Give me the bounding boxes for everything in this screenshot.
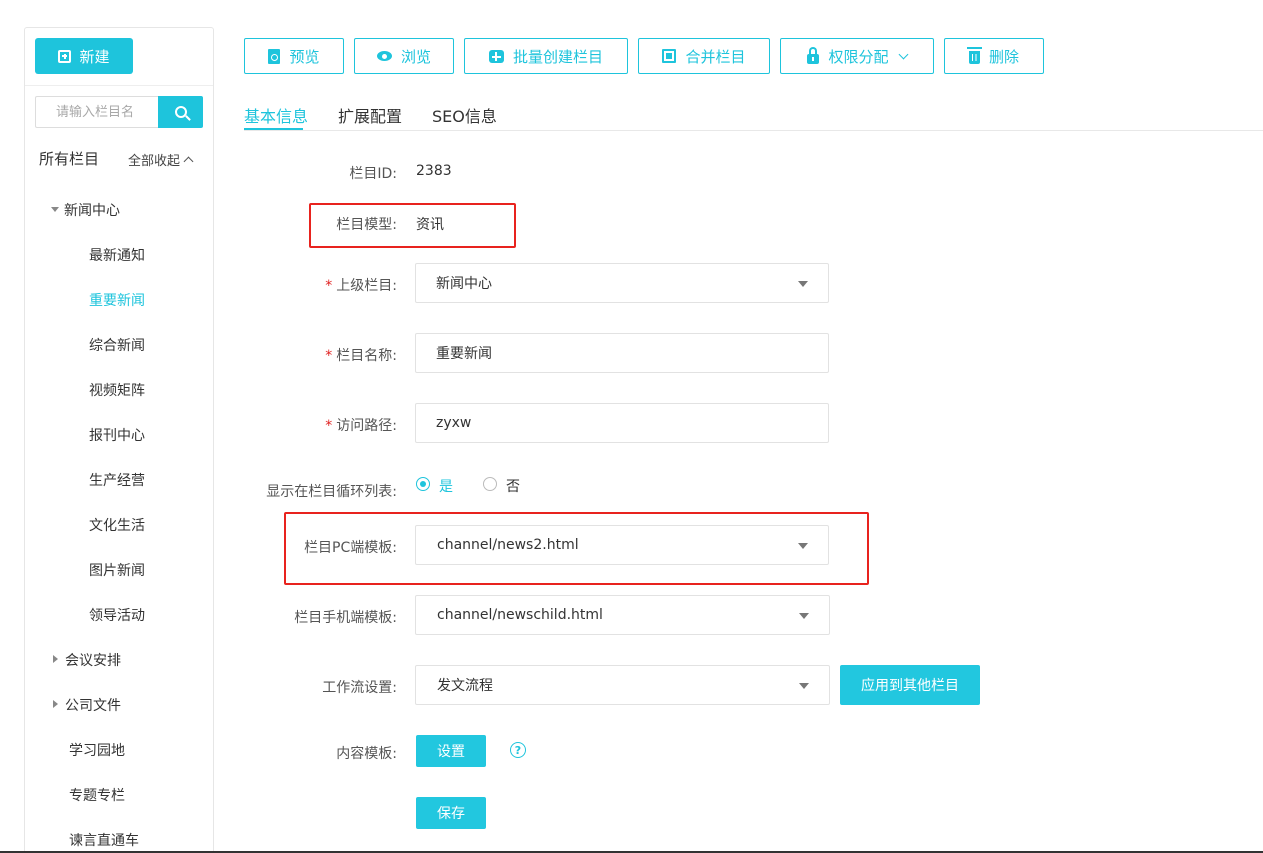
tree-item-general-news[interactable]: 综合新闻 [89, 335, 145, 355]
batch-create-label: 批量创建栏目 [512, 47, 603, 66]
tree-item-latest-notice[interactable]: 最新通知 [89, 245, 145, 265]
dropdown-arrow-icon [799, 683, 809, 689]
mobile-template-value: channel/newschild.html [437, 607, 603, 623]
tree-item-production[interactable]: 生产经营 [89, 470, 145, 490]
tree-item-study[interactable]: 学习园地 [69, 740, 125, 760]
new-button-label: 新建 [79, 47, 110, 66]
content-template-label: 内容模板: [336, 746, 397, 762]
mobile-template-label: 栏目手机端模板: [294, 610, 397, 626]
permissions-label: 权限分配 [828, 47, 889, 66]
parent-column-select[interactable]: 新闻中心 [415, 263, 829, 303]
show-no-label[interactable]: 否 [506, 476, 520, 496]
tab-extended-config[interactable]: 扩展配置 [338, 103, 402, 127]
chevron-down-icon [898, 49, 908, 59]
tree-item-special[interactable]: 专题专栏 [69, 785, 125, 805]
add-stack-icon [488, 49, 504, 63]
eye-icon [376, 51, 392, 61]
browse-label: 浏览 [400, 47, 431, 66]
collapse-all-label: 全部收起 [128, 154, 181, 169]
pc-template-label: 栏目PC端模板: [304, 540, 397, 556]
delete-label: 删除 [988, 47, 1019, 66]
model-label: 栏目模型: [336, 217, 397, 233]
delete-button[interactable]: 删除 [944, 38, 1044, 74]
preview-button[interactable]: 预览 [244, 38, 344, 74]
workflow-value: 发文流程 [437, 678, 493, 694]
name-label: * 栏目名称: [325, 348, 397, 364]
tab-seo-info[interactable]: SEO信息 [432, 103, 497, 127]
all-columns-heading: 所有栏目 [39, 150, 100, 168]
tree-item-photo-news[interactable]: 图片新闻 [89, 560, 145, 580]
apply-to-other-columns-button[interactable]: 应用到其他栏目 [840, 665, 980, 705]
sidebar: 新建 所有栏目 全部收起 新闻中心 最新通知 重要新闻 综合新闻 视频矩阵 报刊… [24, 27, 214, 853]
collapse-all-button[interactable]: 全部收起 [128, 150, 194, 169]
chevron-up-icon [183, 156, 194, 167]
merge-icon [662, 49, 677, 63]
pc-template-value: channel/news2.html [437, 537, 579, 553]
column-name-value: 重要新闻 [436, 346, 492, 362]
dropdown-arrow-icon [798, 543, 808, 549]
expand-triangle-icon[interactable] [53, 655, 58, 663]
preview-label: 预览 [289, 47, 320, 66]
help-icon[interactable]: ? [510, 742, 526, 758]
batch-create-button[interactable]: 批量创建栏目 [464, 38, 628, 74]
mobile-template-select[interactable]: channel/newschild.html [415, 595, 830, 635]
expand-triangle-icon[interactable] [51, 207, 59, 212]
tree-item-leader-activity[interactable]: 领导活动 [89, 605, 145, 625]
tab-basic-info[interactable]: 基本信息 [244, 103, 308, 127]
tree-item-news-center[interactable]: 新闻中心 [64, 200, 120, 220]
permissions-button[interactable]: 权限分配 [780, 38, 934, 74]
parent-label: * 上级栏目: [325, 278, 397, 294]
tree-item-culture-life[interactable]: 文化生活 [89, 515, 145, 535]
access-path-input[interactable]: zyxw [415, 403, 829, 443]
document-search-icon [268, 48, 281, 64]
path-label: * 访问路径: [325, 418, 397, 434]
dropdown-arrow-icon [798, 281, 808, 287]
column-id-label: 栏目ID: [349, 166, 397, 182]
tree-item-newspaper-center[interactable]: 报刊中心 [89, 425, 145, 445]
save-button[interactable]: 保存 [416, 797, 486, 829]
show-yes-label[interactable]: 是 [439, 476, 453, 496]
column-name-input[interactable]: 重要新闻 [415, 333, 829, 373]
tree-item-meeting[interactable]: 会议安排 [65, 650, 121, 670]
tree-item-video-matrix[interactable]: 视频矩阵 [89, 380, 145, 400]
pc-template-select[interactable]: channel/news2.html [415, 525, 829, 565]
parent-column-value: 新闻中心 [436, 276, 492, 292]
show-no-radio[interactable] [483, 477, 497, 491]
show-in-list-label: 显示在栏目循环列表: [266, 484, 397, 500]
search-button[interactable] [158, 96, 203, 128]
tree-item-suggestion[interactable]: 谏言直通车 [69, 830, 139, 850]
workflow-select[interactable]: 发文流程 [415, 665, 830, 705]
add-square-icon [58, 49, 72, 63]
expand-triangle-icon[interactable] [53, 700, 58, 708]
search-icon [174, 106, 187, 118]
browse-button[interactable]: 浏览 [354, 38, 454, 74]
tab-divider [244, 130, 1263, 131]
settings-button[interactable]: 设置 [416, 735, 486, 767]
column-id-value: 2383 [416, 163, 452, 179]
dropdown-arrow-icon [799, 613, 809, 619]
tree-item-company-docs[interactable]: 公司文件 [65, 695, 121, 715]
lock-icon [807, 46, 820, 64]
model-value: 资讯 [416, 217, 444, 233]
show-yes-radio[interactable] [416, 477, 430, 491]
workflow-label: 工作流设置: [322, 680, 397, 696]
trash-icon [966, 47, 982, 64]
access-path-value: zyxw [436, 415, 472, 431]
tree-item-important-news[interactable]: 重要新闻 [89, 290, 145, 310]
sidebar-divider [25, 85, 213, 86]
column-search-input[interactable] [35, 96, 159, 128]
new-button[interactable]: 新建 [35, 38, 133, 74]
merge-button[interactable]: 合并栏目 [638, 38, 770, 74]
merge-label: 合并栏目 [685, 47, 746, 66]
